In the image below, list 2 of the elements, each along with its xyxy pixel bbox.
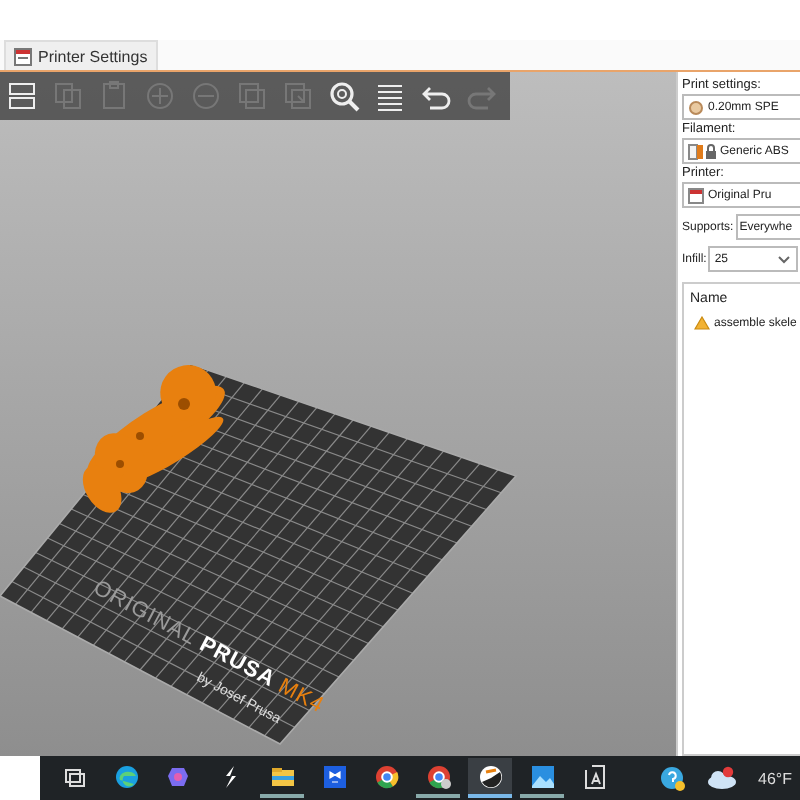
printer-settings-tab[interactable]: Printer Settings [4,39,158,71]
temperature-text[interactable]: 46°F [758,769,792,788]
